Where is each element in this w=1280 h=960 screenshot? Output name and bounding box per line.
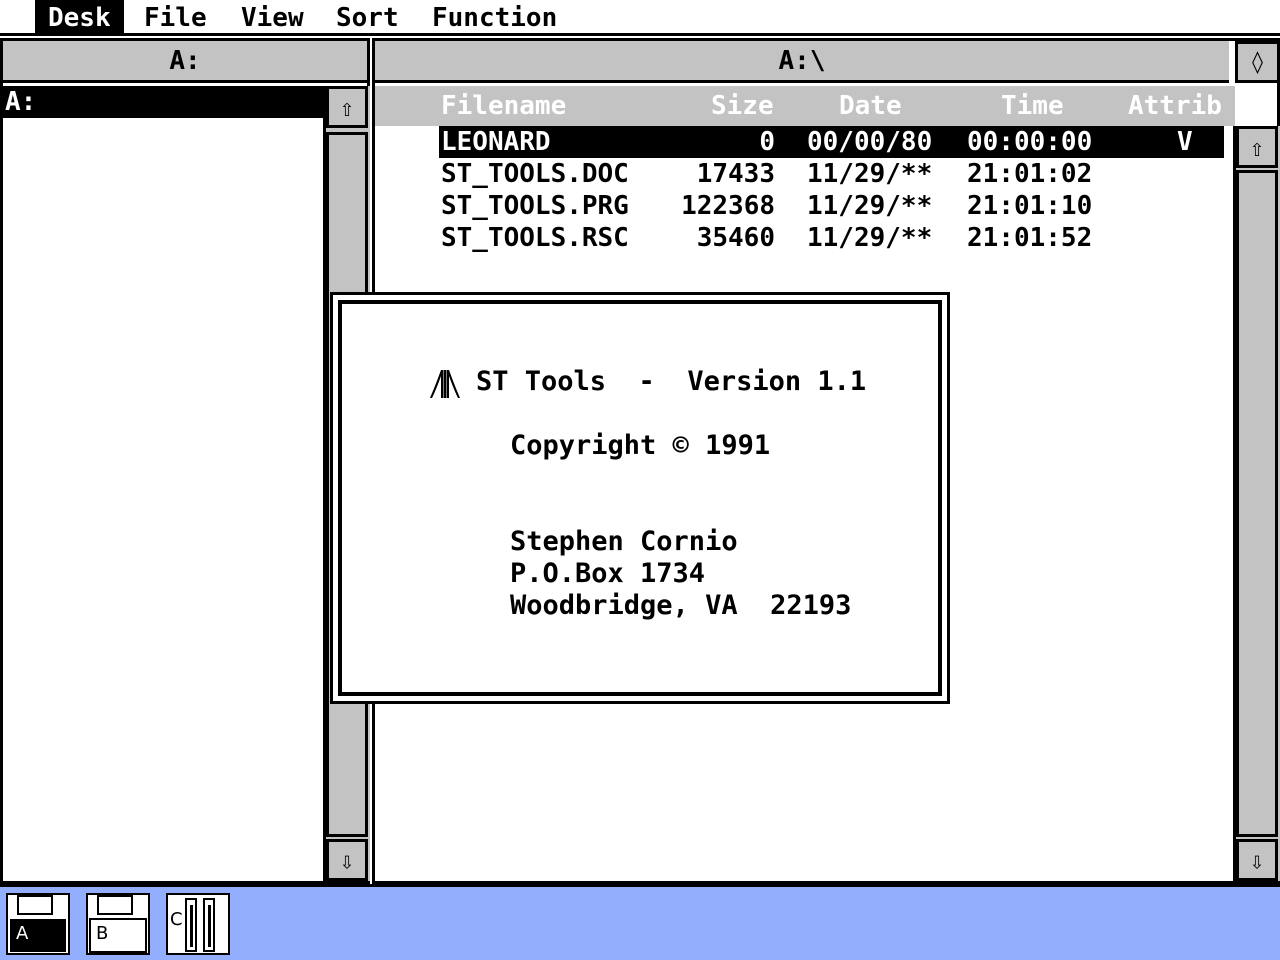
- file-name: ST_TOOLS.DOC: [441, 159, 629, 189]
- menu-desk[interactable]: Desk: [35, 0, 124, 36]
- drive-a-label: A: [16, 923, 29, 944]
- dialog-author: Stephen Cornio: [510, 526, 738, 557]
- file-time: 21:01:02: [967, 159, 1093, 189]
- file-size: 122368: [681, 191, 775, 221]
- tree-item-selected[interactable]: A:: [3, 86, 323, 118]
- file-date: 11/29/**: [807, 159, 933, 189]
- file-row[interactable]: ST_TOOLS.PRG 122368 11/29/** 21:01:10: [439, 190, 1224, 222]
- col-date[interactable]: Date: [839, 86, 902, 126]
- menu-bar: Desk File View Sort Function: [0, 0, 1280, 36]
- tree-window-title[interactable]: A:: [3, 41, 367, 83]
- file-row-selected[interactable]: LEONARD 0 00/00/80 00:00:00 V: [439, 126, 1224, 158]
- scroll-up-icon[interactable]: ⇧: [1236, 126, 1278, 168]
- col-attrib[interactable]: Attrib: [1128, 86, 1222, 126]
- col-size[interactable]: Size: [711, 86, 774, 126]
- col-filename[interactable]: Filename: [441, 86, 566, 126]
- fuller-icon[interactable]: ◊: [1235, 41, 1280, 83]
- drive-b-label: B: [96, 923, 109, 944]
- file-size: 17433: [696, 159, 775, 189]
- drive-c-label: C: [170, 909, 183, 930]
- file-size: 0: [759, 127, 775, 157]
- dialog-copyright: Copyright © 1991: [510, 430, 771, 461]
- desktop: A B C: [0, 884, 1280, 960]
- file-date: 11/29/**: [807, 191, 933, 221]
- menu-view[interactable]: View: [228, 0, 317, 36]
- menu-sort[interactable]: Sort: [323, 0, 412, 36]
- tree-window: A: A: ⇧ ⇩: [0, 38, 370, 884]
- atari-logo-icon: [430, 370, 460, 398]
- scroll-thumb[interactable]: [1236, 170, 1278, 837]
- file-time: 21:01:10: [967, 191, 1093, 221]
- about-dialog: ST Tools - Version 1.1 Copyright © 1991 …: [330, 292, 950, 704]
- menu-file[interactable]: File: [131, 0, 220, 36]
- menu-function[interactable]: Function: [419, 0, 570, 36]
- about-dialog-frame: ST Tools - Version 1.1 Copyright © 1991 …: [338, 300, 942, 696]
- file-window-title[interactable]: A:\: [375, 41, 1229, 83]
- file-scrollbar[interactable]: ⇧ ⇩: [1233, 126, 1280, 881]
- file-row[interactable]: ST_TOOLS.DOC 17433 11/29/** 21:01:02: [439, 158, 1224, 190]
- file-name: ST_TOOLS.PRG: [441, 191, 629, 221]
- file-date: 00/00/80: [807, 127, 933, 157]
- scroll-down-icon[interactable]: ⇩: [326, 839, 368, 881]
- drive-a-floppy-icon[interactable]: A: [6, 893, 70, 955]
- column-header: Filename Size Date Time Attrib: [375, 86, 1235, 126]
- file-name: LEONARD: [441, 127, 551, 157]
- file-size: 35460: [696, 223, 775, 253]
- file-attrib: V: [1177, 127, 1193, 157]
- dialog-title: ST Tools - Version 1.1: [476, 366, 867, 397]
- drive-b-floppy-icon[interactable]: B: [86, 893, 150, 955]
- file-row[interactable]: ST_TOOLS.RSC 35460 11/29/** 21:01:52: [439, 222, 1224, 254]
- tree-item-label: A:: [5, 87, 37, 117]
- file-time: 00:00:00: [967, 127, 1093, 157]
- file-date: 11/29/**: [807, 223, 933, 253]
- file-name: ST_TOOLS.RSC: [441, 223, 629, 253]
- col-time[interactable]: Time: [1001, 86, 1064, 126]
- scroll-down-icon[interactable]: ⇩: [1236, 839, 1278, 881]
- dialog-address-line2: Woodbridge, VA 22193: [510, 590, 852, 621]
- file-time: 21:01:52: [967, 223, 1093, 253]
- scroll-up-icon[interactable]: ⇧: [326, 86, 368, 128]
- drive-c-harddisk-icon[interactable]: C: [166, 893, 230, 955]
- dialog-address-line1: P.O.Box 1734: [510, 558, 706, 589]
